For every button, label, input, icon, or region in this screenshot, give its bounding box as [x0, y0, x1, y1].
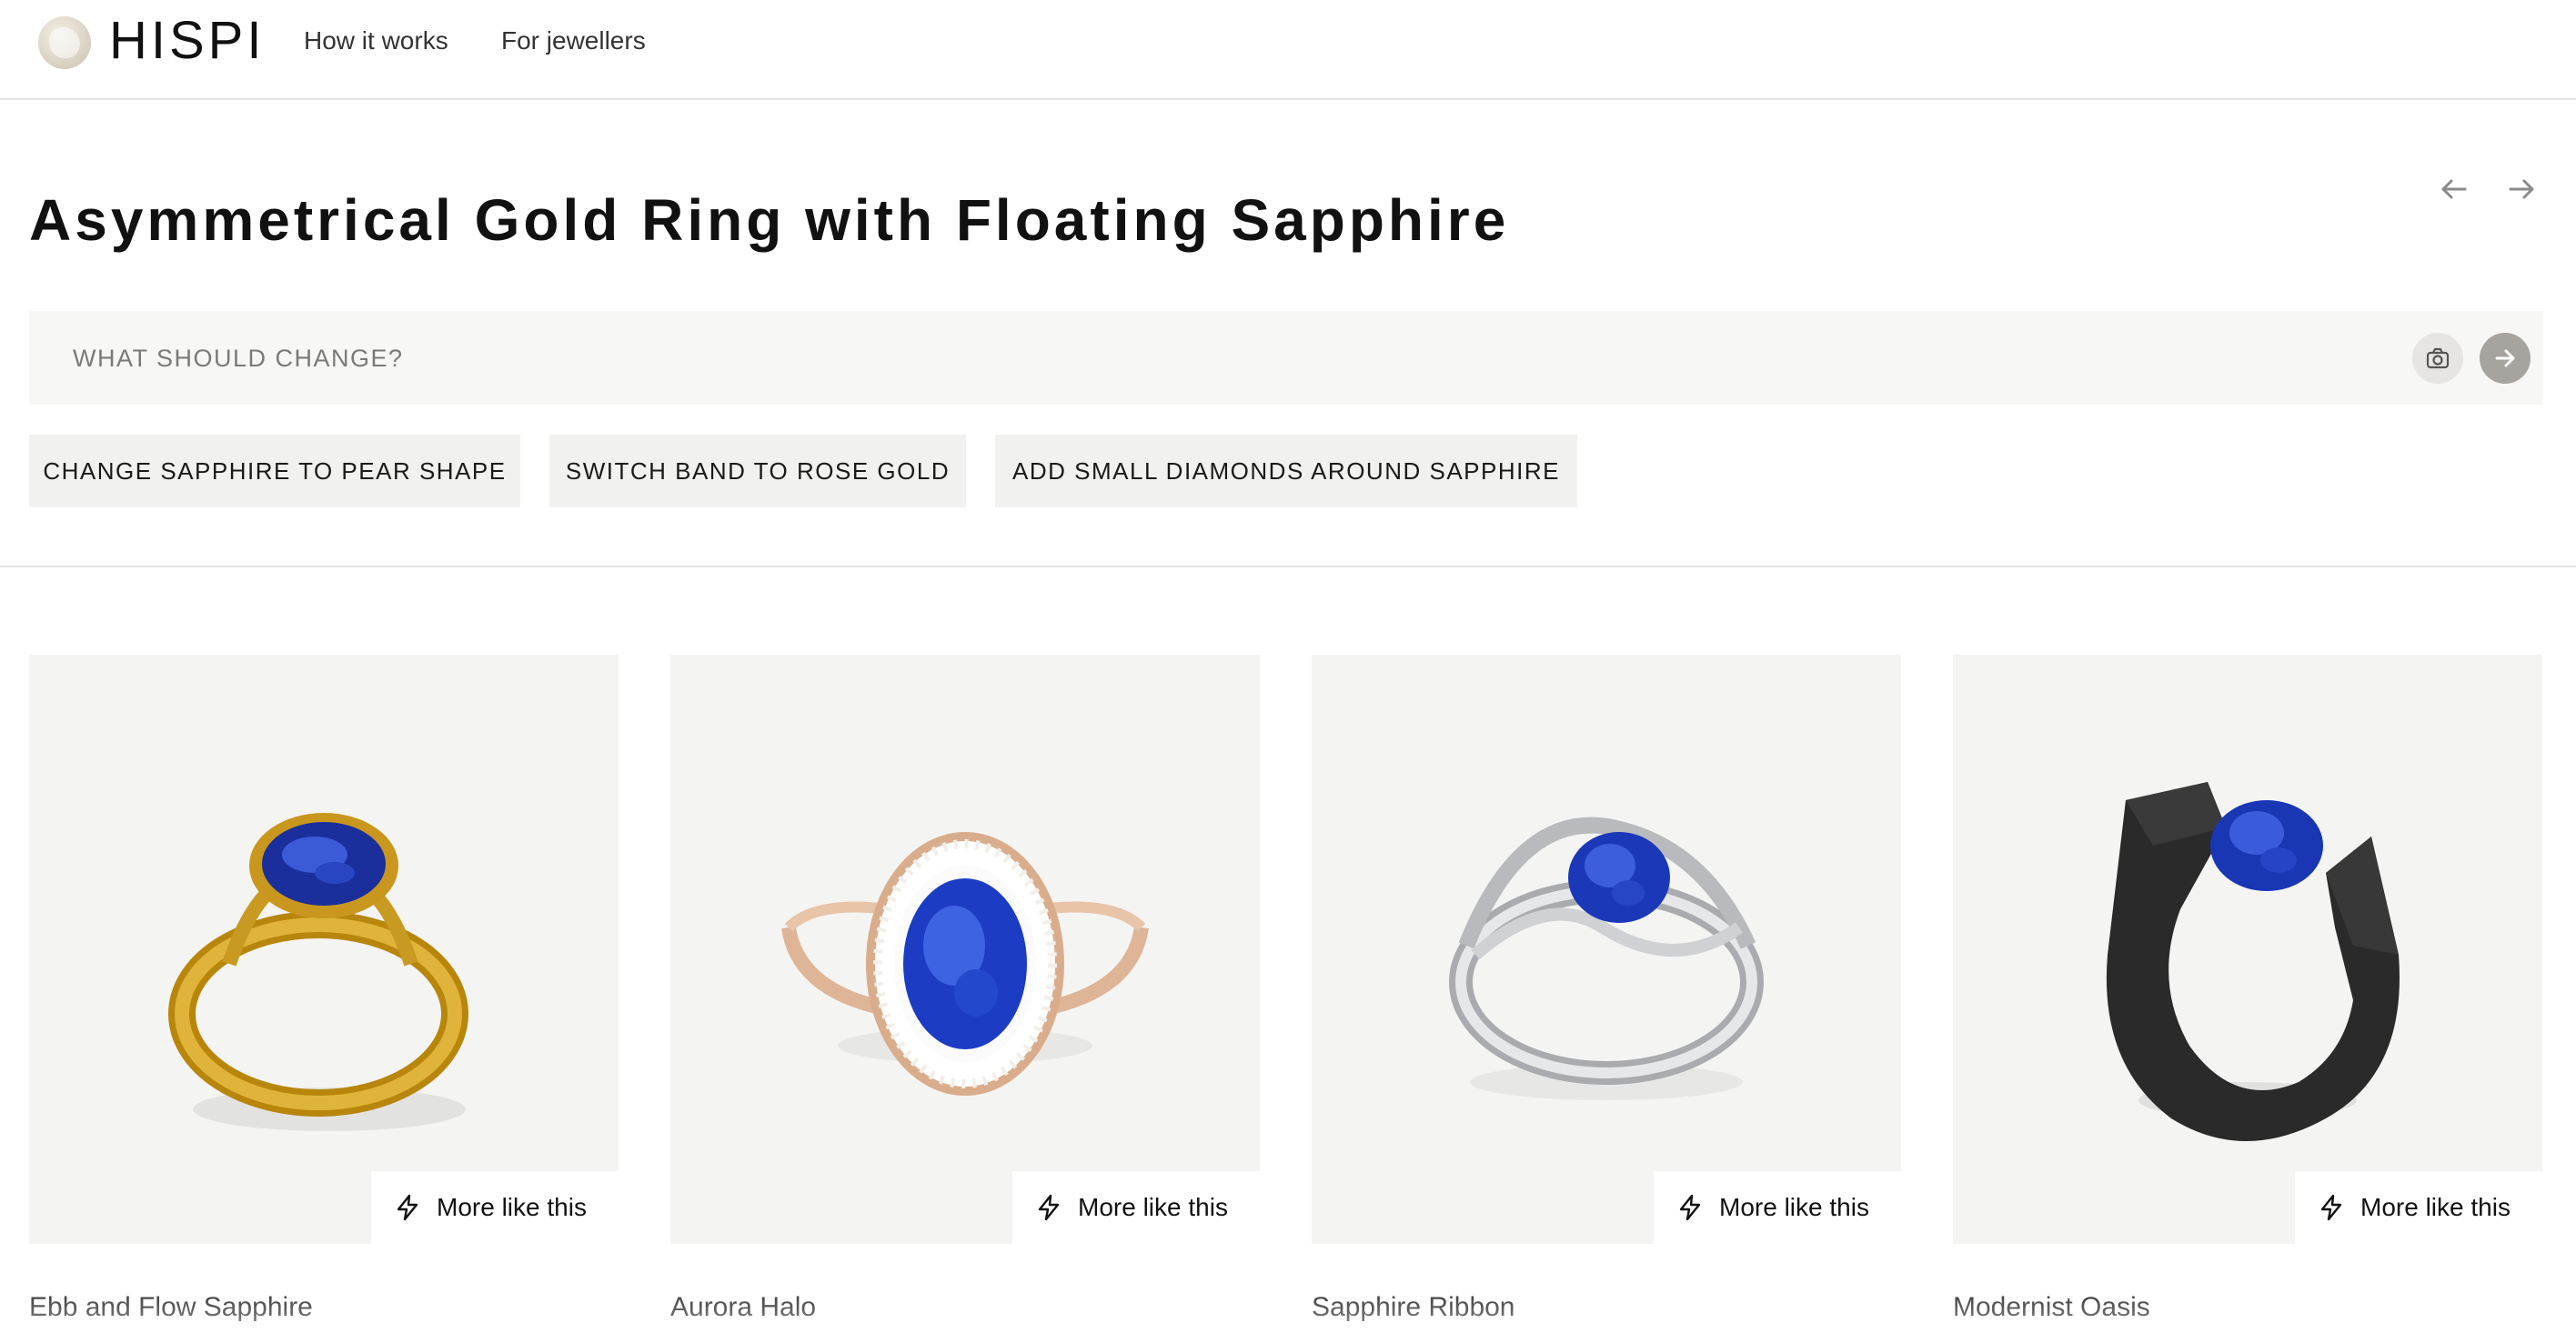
product-name[interactable]: Aurora Halo	[670, 1291, 816, 1324]
more-like-this-button[interactable]: More like this	[1012, 1171, 1260, 1244]
lightning-bolt-icon	[2320, 1194, 2342, 1221]
ring-illustration	[1449, 817, 1764, 1100]
more-like-this-label: More like this	[2360, 1193, 2511, 1221]
ring-illustration	[781, 832, 1149, 1096]
product-name[interactable]: Sapphire Ribbon	[1312, 1291, 1515, 1324]
product-image[interactable]: More like this	[1312, 655, 1901, 1244]
top-nav-bar: HISPI How it works For jewellers	[0, 0, 2576, 100]
more-like-this-label: More like this	[437, 1193, 587, 1221]
change-request-input[interactable]	[73, 336, 2347, 380]
pearl-logo-icon[interactable]	[38, 16, 91, 69]
suggestion-add-diamonds[interactable]: ADD SMALL DIAMONDS AROUND SAPPHIRE	[995, 435, 1577, 507]
camera-icon	[2426, 347, 2450, 369]
design-title: Asymmetrical Gold Ring with Floating Sap…	[29, 187, 1510, 253]
product-image[interactable]: More like this	[29, 655, 619, 1244]
brand-name[interactable]: HISPI	[109, 13, 266, 69]
section-divider	[0, 566, 2576, 567]
nav-for-jewellers[interactable]: For jewellers	[501, 25, 646, 56]
more-like-this-button[interactable]: More like this	[371, 1171, 619, 1244]
suggestion-pear-shape[interactable]: CHANGE SAPPHIRE TO PEAR SHAPE	[29, 435, 520, 507]
arrow-right-circle-icon	[2495, 349, 2515, 367]
more-like-this-button[interactable]: More like this	[2295, 1171, 2542, 1244]
lightning-bolt-icon	[1038, 1194, 1060, 1221]
suggestion-rose-gold[interactable]: SWITCH BAND TO ROSE GOLD	[549, 435, 966, 507]
product-image[interactable]: More like this	[670, 655, 1260, 1244]
nav-how-it-works[interactable]: How it works	[304, 25, 448, 56]
ring-illustration	[168, 813, 468, 1131]
more-like-this-label: More like this	[1078, 1193, 1228, 1221]
more-like-this-label: More like this	[1719, 1193, 1869, 1221]
product-name[interactable]: Modernist Oasis	[1953, 1291, 2150, 1324]
arrow-left-icon	[2441, 179, 2467, 199]
submit-change-button[interactable]	[2480, 333, 2531, 384]
ring-illustration	[2106, 782, 2400, 1141]
lightning-bolt-icon	[1679, 1194, 1701, 1221]
change-request-bar	[29, 311, 2543, 405]
arrow-right-icon	[2509, 179, 2534, 199]
next-design-button[interactable]	[2501, 169, 2541, 209]
more-like-this-button[interactable]: More like this	[1654, 1171, 1901, 1244]
previous-design-button[interactable]	[2434, 169, 2474, 209]
bottom-fade	[0, 1273, 2576, 1333]
upload-photo-button[interactable]	[2412, 333, 2463, 384]
product-name[interactable]: Ebb and Flow Sapphire	[29, 1291, 313, 1324]
lightning-bolt-icon	[397, 1194, 418, 1221]
product-image[interactable]: More like this	[1953, 655, 2542, 1244]
